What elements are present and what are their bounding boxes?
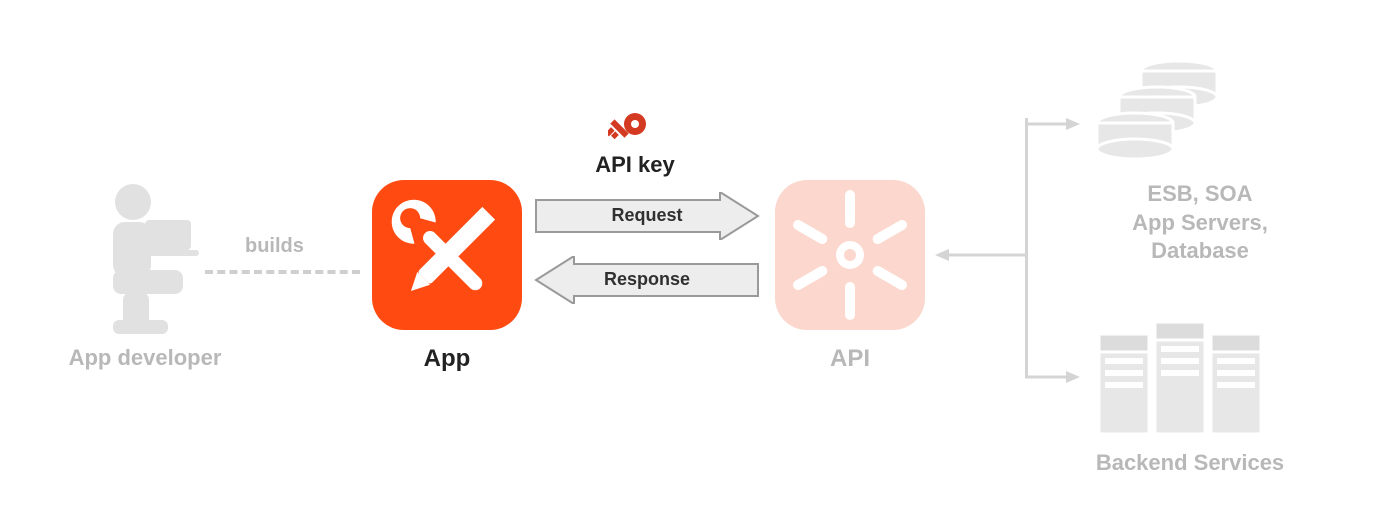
request-arrow: [534, 192, 760, 240]
key-icon: [608, 110, 648, 150]
backend-branch-to-db-arrow: [1025, 117, 1080, 131]
person-laptop-icon: [75, 180, 215, 335]
builds-edge-label: builds: [245, 235, 304, 258]
server-rack-icon: [1095, 320, 1265, 440]
tools-icon: [372, 180, 522, 330]
developer-label: App developer: [55, 345, 235, 371]
backend-branch-to-servers-arrow: [1025, 370, 1080, 384]
builds-edge: [205, 270, 360, 274]
db-label: ESB, SOA App Servers, Database: [1075, 180, 1325, 266]
backend-to-api-arrow: [935, 247, 1025, 263]
app-label: App: [372, 345, 522, 373]
api-label: API: [775, 345, 925, 373]
database-stack-icon: [1095, 55, 1225, 165]
hub-icon: [775, 180, 925, 330]
backend-branch-vertical: [1025, 118, 1028, 376]
api-tile: [775, 180, 925, 330]
app-tile: [372, 180, 522, 330]
apikey-label: API key: [575, 152, 695, 178]
response-arrow: [534, 256, 760, 304]
servers-label: Backend Services: [1065, 450, 1315, 476]
